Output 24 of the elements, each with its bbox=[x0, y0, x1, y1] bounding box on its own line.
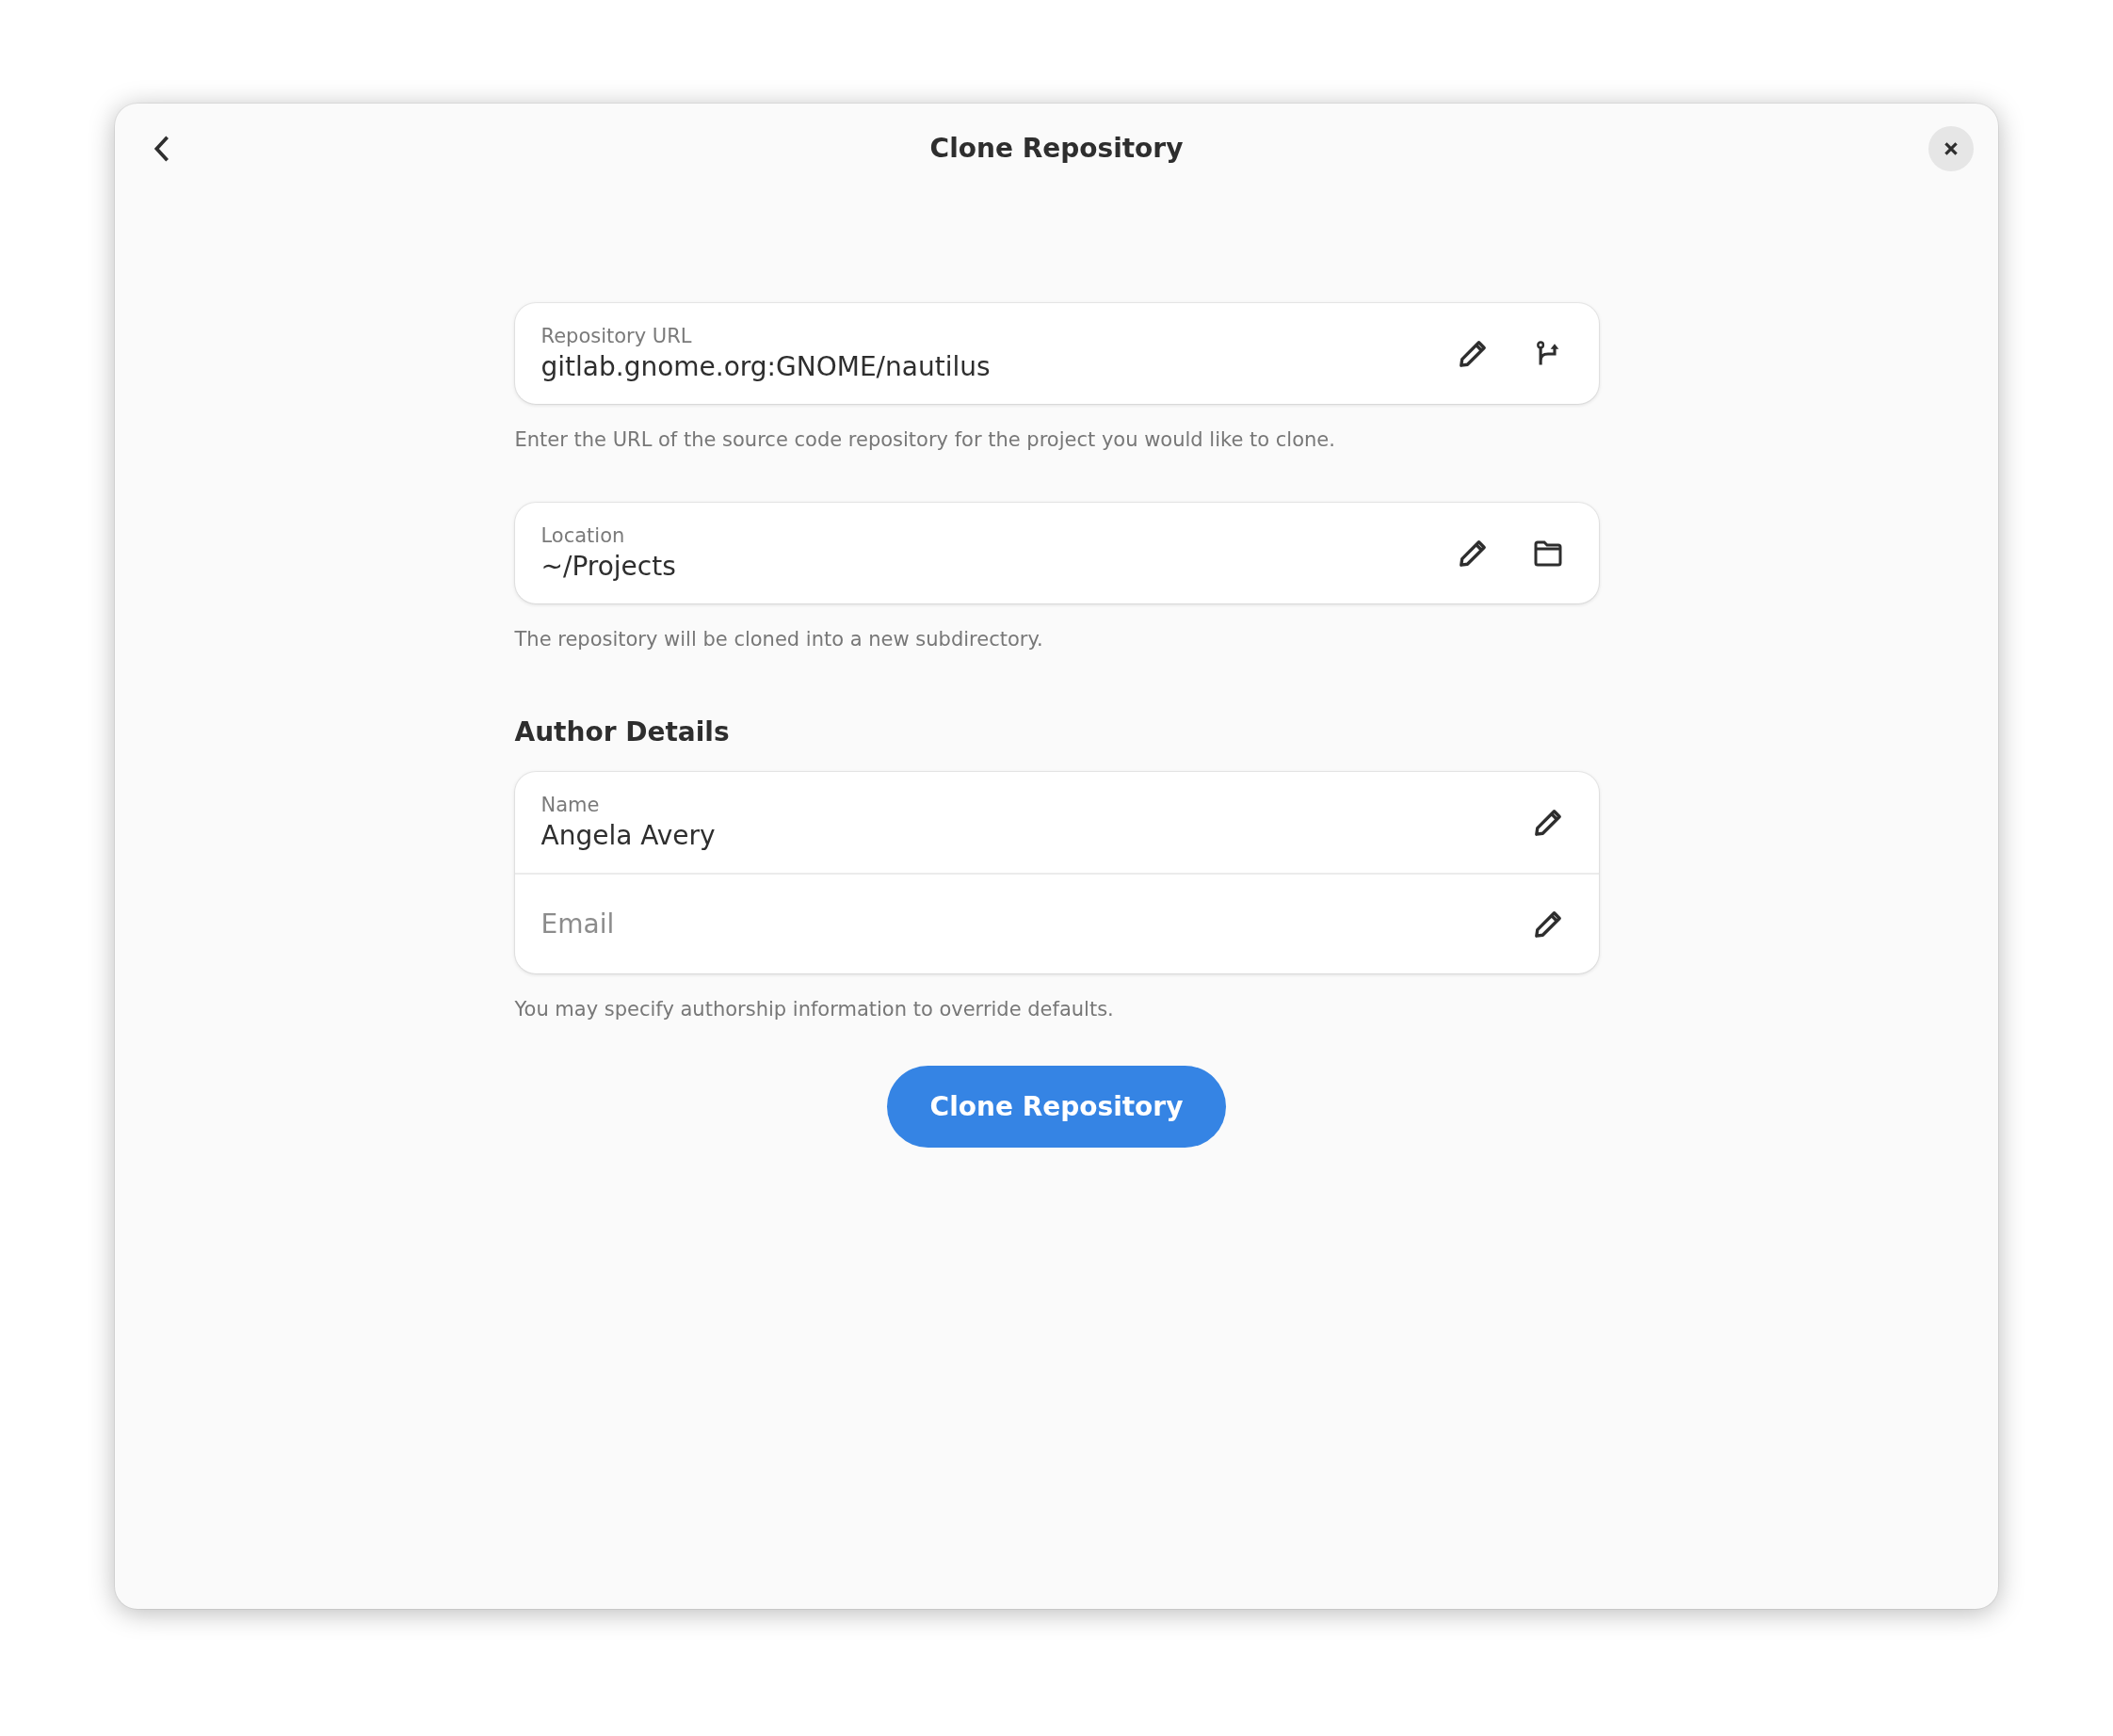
pencil-icon bbox=[1533, 909, 1562, 939]
entry-field[interactable]: Repository URL gitlab.gnome.org:GNOME/nautilus bbox=[514, 303, 1599, 404]
field-value: ~/Projects bbox=[540, 551, 677, 582]
field-label: Repository URL bbox=[540, 325, 693, 347]
clone-button[interactable]: Clone Repository bbox=[887, 1066, 1226, 1148]
help-text: The repository will be cloned into a new subdirectory. bbox=[514, 628, 1044, 651]
pencil-icon bbox=[1458, 339, 1487, 368]
field-value: Angela Avery bbox=[540, 820, 717, 851]
close-icon bbox=[1944, 140, 1959, 156]
field-placeholder: Email bbox=[540, 908, 616, 940]
pencil-icon bbox=[1458, 538, 1487, 568]
entry-row[interactable]: Name Angela Avery bbox=[514, 772, 1599, 873]
window-title: Clone Repository bbox=[928, 133, 1185, 164]
help-text: You may specify authorship information to override defaults. bbox=[514, 998, 1115, 1021]
field-value: gitlab.gnome.org:GNOME/nautilus bbox=[540, 351, 992, 382]
entry-field[interactable]: Location ~/Projects bbox=[514, 503, 1599, 603]
field-label: Location bbox=[540, 524, 626, 547]
back-icon bbox=[153, 134, 171, 163]
close-button[interactable] bbox=[1928, 125, 1974, 171]
field-label: Name bbox=[540, 794, 601, 816]
folder-icon bbox=[1532, 538, 1563, 568]
section-heading: Author Details bbox=[514, 716, 731, 747]
help-text: Enter the URL of the source code repository for the project you would like to clone. bbox=[514, 428, 1336, 451]
pencil-icon bbox=[1533, 808, 1562, 837]
